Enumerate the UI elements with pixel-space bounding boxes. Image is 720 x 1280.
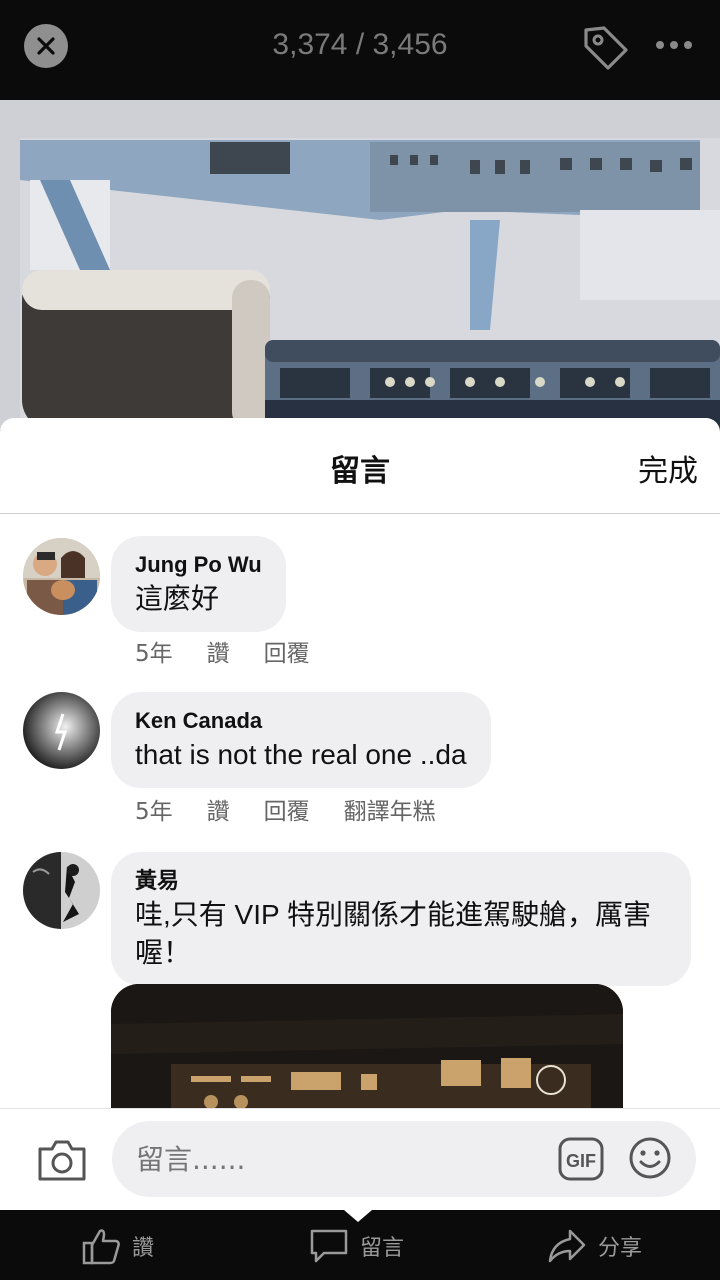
comment-meta: 5年 讚 回覆 翻譯年糕 (135, 792, 470, 826)
comment-composer: GIF (0, 1108, 720, 1210)
active-indicator-caret (344, 1210, 372, 1222)
photo-viewer-topbar: 3,374 / 3,456 (0, 0, 720, 100)
tag-button[interactable] (580, 22, 630, 72)
avatar[interactable] (23, 538, 100, 615)
comments-sheet: 留言 完成 Jung Po Wu 這麼好 5年 讚 回覆 Ken Canada … (0, 418, 720, 1210)
gif-button[interactable]: GIF (558, 1137, 604, 1181)
avatar[interactable] (23, 852, 100, 929)
camera-icon (38, 1140, 86, 1181)
comment-icon (310, 1229, 348, 1263)
thumbs-up-icon (82, 1229, 120, 1265)
comment-input[interactable] (136, 1135, 536, 1183)
avatar[interactable] (23, 692, 100, 769)
comment-label: 留言 (360, 1236, 405, 1261)
avatar-image (23, 538, 100, 615)
comment-bubble[interactable]: 黃易 哇,只有 VIP 特別關係才能進駕駛艙，厲害喔！ (111, 852, 691, 986)
emoji-button[interactable] (628, 1136, 672, 1180)
comment-bubble[interactable]: Ken Canada that is not the real one ..da (111, 692, 491, 788)
reply-link[interactable]: 回覆 (264, 634, 310, 668)
cockpit-photo[interactable] (0, 100, 720, 430)
comment-author[interactable]: 黃易 (135, 866, 671, 896)
comment-text: that is not the real one ..da (135, 739, 467, 770)
comments-title: 留言 (330, 454, 390, 489)
like-link[interactable]: 讚 (207, 634, 230, 668)
share-button[interactable]: 分享 (546, 1224, 642, 1268)
comment-text: 哇,只有 VIP 特別關係才能進駕駛艙，厲害喔！ (135, 899, 651, 968)
smiley-icon (629, 1137, 671, 1179)
comment-button[interactable]: 留言 (308, 1224, 404, 1268)
cockpit-photo-image (0, 100, 720, 430)
like-button[interactable]: 讚 (82, 1224, 154, 1268)
avatar-image (23, 692, 100, 769)
camera-button[interactable] (36, 1137, 88, 1183)
like-link[interactable]: 讚 (207, 792, 230, 826)
cockpit-night-image (111, 984, 623, 1124)
gif-icon: GIF (558, 1137, 604, 1181)
reply-link[interactable]: 回覆 (264, 792, 310, 826)
comment-meta: 5年 讚 回覆 (135, 634, 344, 668)
comment-attachment-image[interactable] (111, 984, 623, 1124)
like-label: 讚 (132, 1236, 155, 1261)
avatar-image (23, 852, 100, 929)
comment-time: 5年 (135, 799, 173, 825)
photo-action-bar: 讚 留言 分享 (0, 1210, 720, 1280)
translate-link[interactable]: 翻譯年糕 (344, 792, 436, 826)
comment-time: 5年 (135, 641, 173, 667)
more-icon (656, 41, 692, 49)
comment-author[interactable]: Ken Canada (135, 706, 467, 736)
comments-header: 留言 完成 (0, 418, 720, 514)
svg-text:GIF: GIF (566, 1151, 596, 1171)
share-icon (548, 1229, 586, 1263)
comment-bubble[interactable]: Jung Po Wu 這麼好 (111, 536, 286, 632)
comment-text: 這麼好 (135, 583, 220, 614)
done-button[interactable]: 完成 (638, 446, 698, 490)
share-label: 分享 (598, 1236, 643, 1261)
comment-input-wrapper: GIF (112, 1121, 696, 1197)
tag-icon (584, 26, 628, 70)
more-button[interactable] (652, 30, 696, 60)
comment-author[interactable]: Jung Po Wu (135, 550, 262, 580)
